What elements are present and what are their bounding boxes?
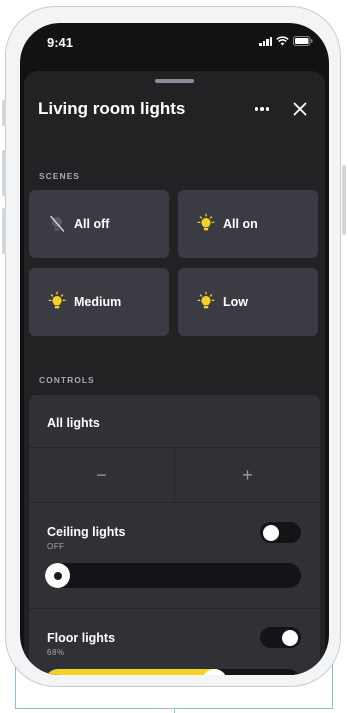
scenes-section-label: SCENES [39, 171, 80, 181]
sheet-title: Living room lights [38, 99, 186, 118]
toggle-knob [282, 629, 298, 646]
plus-icon: + [242, 465, 253, 485]
phone-side-button [2, 208, 6, 254]
all-lights-label: All lights [47, 416, 100, 430]
status-time: 9:41 [47, 35, 74, 50]
slider-fill [45, 669, 228, 675]
more-options-icon[interactable] [252, 99, 272, 119]
scene-label: All off [74, 217, 110, 231]
toggle-knob [263, 524, 279, 541]
scene-label: Medium [74, 295, 122, 309]
increase-button[interactable]: + [175, 448, 320, 503]
light-name: Floor lights [47, 631, 116, 645]
status-icons [259, 36, 313, 46]
bulb-on-icon [197, 213, 215, 231]
measurement-guide-tick [174, 708, 175, 713]
sheet-drag-handle[interactable] [155, 79, 194, 83]
phone-side-button [2, 100, 6, 126]
all-lights-stepper: − + [29, 447, 320, 503]
close-icon[interactable] [290, 99, 310, 119]
slider-thumb[interactable] [45, 563, 70, 588]
light-name: Ceiling lights [47, 525, 126, 539]
controls-card: All lights − + Ceiling lights OFF Floor … [29, 395, 320, 675]
floor-lights-toggle[interactable] [260, 627, 301, 648]
scene-button-low[interactable]: Low [178, 268, 318, 336]
phone-side-button [342, 165, 346, 235]
scene-button-medium[interactable]: Medium [29, 268, 169, 336]
light-row-ceiling: Ceiling lights OFF [29, 503, 320, 608]
phone-screen: 9:41 Living room lights SCENES All off A… [20, 23, 329, 675]
scene-label: All on [223, 217, 258, 231]
scene-label: Low [223, 295, 248, 309]
decrease-button[interactable]: − [29, 448, 174, 503]
cellular-signal-icon [259, 37, 272, 46]
controls-section-label: CONTROLS [39, 375, 95, 385]
light-status: 68% [47, 648, 65, 657]
phone-side-button [2, 150, 6, 196]
lights-bottom-sheet: Living room lights SCENES All off All on [24, 71, 325, 675]
bulb-on-icon [48, 291, 66, 309]
ceiling-lights-toggle[interactable] [260, 522, 301, 543]
light-status: OFF [47, 542, 65, 551]
scene-button-all-on[interactable]: All on [178, 190, 318, 258]
scene-button-all-off[interactable]: All off [29, 190, 169, 258]
battery-icon [293, 36, 313, 46]
ceiling-lights-slider[interactable] [45, 563, 301, 588]
light-row-floor: Floor lights 68% [29, 609, 320, 675]
status-bar: 9:41 [20, 23, 329, 67]
bulb-on-icon [197, 291, 215, 309]
bulb-off-icon [50, 215, 65, 232]
minus-icon: − [96, 465, 107, 485]
floor-lights-slider[interactable] [45, 669, 301, 675]
wifi-icon [276, 36, 289, 46]
